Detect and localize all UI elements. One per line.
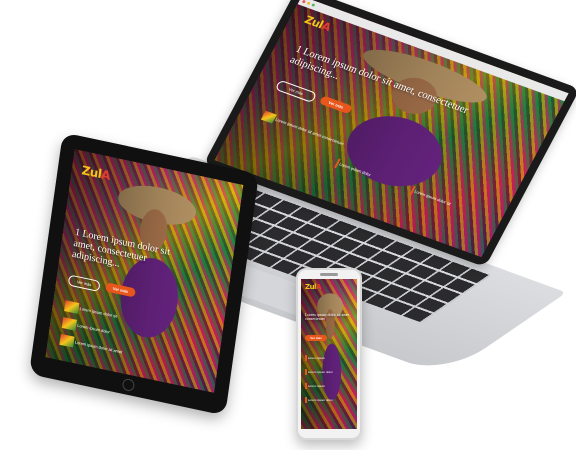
hero-cta-button[interactable]: Ver más [305,335,327,341]
hero-headline: Lorem ipsum dolor sit amet, consectetuer [305,312,351,322]
minimize-dot-icon[interactable] [306,1,311,6]
hero-overlay [301,279,357,429]
card-accent-bar [305,397,307,403]
home-button[interactable] [121,377,136,393]
feature-card[interactable]: Lorem ipsum dolor [305,397,333,403]
card-accent-bar [305,369,307,375]
feature-card[interactable]: Lorem ipsum dolor [305,369,333,375]
device-mockup-scene: ZulA 1 Lorem ipsum dolor sit amet, conse… [0,0,576,450]
logo-letter: A [315,283,321,291]
site-logo[interactable]: ZulA [305,283,321,291]
maximize-dot-icon[interactable] [311,3,316,7]
logo-letter: A [100,167,111,183]
phone-speaker [320,273,338,276]
card-accent-bar [305,355,307,361]
card-title: Lorem ipsum [307,355,326,360]
phone-device: ZulA Lorem ipsum dolor sit amet, consect… [296,268,362,440]
card-title: Lorem ipsum [307,383,326,388]
card-accent-bar [305,383,307,389]
card-title: Lorem ipsum dolor [307,397,333,402]
tablet-device: ZulA 1 Lorem ipsum dolor sit amet, conse… [28,132,260,416]
tablet-website-screen: ZulA 1 Lorem ipsum dolor sit amet, conse… [45,149,244,393]
close-dot-icon[interactable] [301,0,307,4]
feature-card[interactable]: Lorem ipsum [305,355,325,361]
card-title: Lorem ipsum dolor [307,369,333,374]
phone-website-screen: ZulA Lorem ipsum dolor sit amet, consect… [301,279,357,429]
feature-card[interactable]: Lorem ipsum [305,383,325,389]
